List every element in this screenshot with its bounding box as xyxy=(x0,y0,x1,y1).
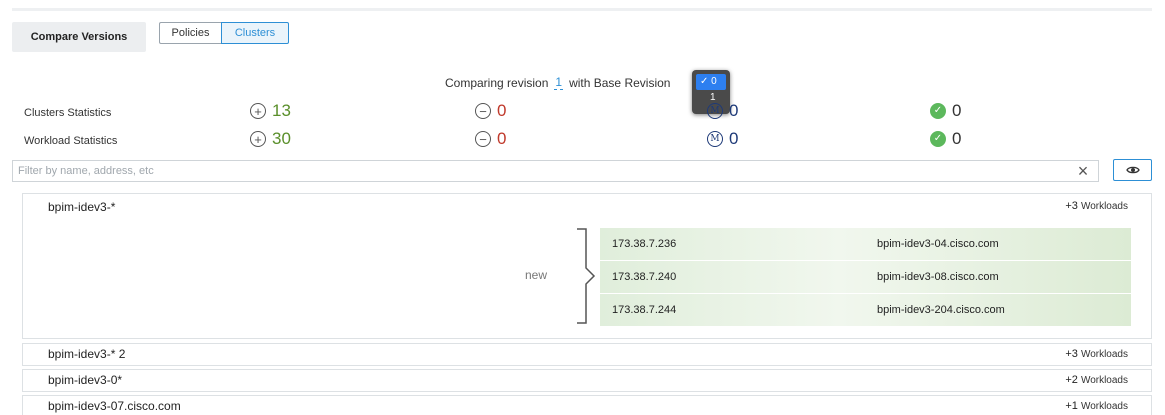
check-circle-icon: ✓ xyxy=(930,131,946,147)
group-name: bpim-idev3-07.cisco.com xyxy=(48,399,181,413)
workloads-unchanged-value: 0 xyxy=(952,129,962,148)
cluster-group[interactable]: bpim-idev3-* 2 +3 Workloads xyxy=(22,343,1152,366)
change-status-label: new xyxy=(525,268,548,282)
filter-input[interactable]: Filter by name, address, etc xyxy=(12,160,1099,182)
eye-icon xyxy=(1125,166,1140,174)
workload-count: +1 Workloads xyxy=(1065,400,1128,412)
clusters-removed-value: 0 xyxy=(497,101,507,120)
m-circle-icon: M xyxy=(707,131,723,147)
workload-count: +3 Workloads xyxy=(1065,348,1128,360)
minus-circle-icon: − xyxy=(475,103,491,119)
tab-policies[interactable]: Policies xyxy=(159,22,221,44)
workloads-added-value: 30 xyxy=(272,129,291,148)
workload-ip: 173.38.7.236 xyxy=(612,238,677,250)
clusters-unchanged-value: 0 xyxy=(952,101,962,120)
workload-count: +2 Workloads xyxy=(1065,374,1128,386)
m-circle-icon: M xyxy=(707,103,723,119)
revision-suffix: with Base Revision xyxy=(569,76,671,90)
workload-table: 173.38.7.236 bpim-idev3-04.cisco.com 173… xyxy=(600,228,1131,327)
close-icon[interactable]: × xyxy=(1074,162,1092,180)
workload-count-label: Workloads xyxy=(1080,401,1128,412)
workload-host: bpim-idev3-08.cisco.com xyxy=(877,271,999,283)
dropdown-option-label: 0 xyxy=(711,76,717,87)
workload-count-value: +1 xyxy=(1065,400,1078,412)
clusters-unchanged-stat: ✓ 0 xyxy=(930,101,961,121)
clusters-removed-stat: − 0 xyxy=(475,101,506,121)
table-row[interactable]: 173.38.7.240 bpim-idev3-08.cisco.com xyxy=(600,261,1131,294)
workload-host: bpim-idev3-204.cisco.com xyxy=(877,304,1005,316)
revision-selector[interactable]: 1 xyxy=(554,76,564,90)
plus-circle-icon: + xyxy=(250,131,266,147)
workload-host: bpim-idev3-04.cisco.com xyxy=(877,238,999,250)
clusters-added-stat: + 13 xyxy=(250,101,291,121)
dropdown-option-selected[interactable]: ✓ 0 xyxy=(696,74,726,90)
group-name: bpim-idev3-0* xyxy=(48,373,123,387)
bracket-icon xyxy=(577,228,596,324)
clusters-added-value: 13 xyxy=(272,101,291,120)
group-name: bpim-idev3-* xyxy=(48,200,116,214)
cluster-group[interactable]: bpim-idev3-07.cisco.com +1 Workloads xyxy=(22,395,1152,415)
workloads-unchanged-stat: ✓ 0 xyxy=(930,129,961,149)
workload-count-label: Workloads xyxy=(1080,349,1128,360)
workload-count-value: +3 xyxy=(1065,348,1078,360)
workload-ip: 173.38.7.244 xyxy=(612,304,677,316)
table-row[interactable]: 173.38.7.236 bpim-idev3-04.cisco.com xyxy=(600,228,1131,261)
cluster-group[interactable]: bpim-idev3-0* +2 Workloads xyxy=(22,369,1152,392)
revision-compare-line: Comparing revision 1 with Base Revision xyxy=(445,76,670,90)
workloads-modified-stat: M 0 xyxy=(707,129,738,149)
check-icon: ✓ xyxy=(700,76,709,87)
compare-versions-button[interactable]: Compare Versions xyxy=(12,22,146,52)
workload-ip: 173.38.7.240 xyxy=(612,271,677,283)
workload-count-label: Workloads xyxy=(1080,375,1128,386)
workload-count-label: Workloads xyxy=(1080,201,1128,212)
plus-circle-icon: + xyxy=(250,103,266,119)
visibility-toggle-button[interactable] xyxy=(1113,159,1152,181)
clusters-statistics-label: Clusters Statistics xyxy=(24,107,112,119)
workloads-removed-value: 0 xyxy=(497,129,507,148)
workload-statistics-label: Workload Statistics xyxy=(24,135,118,147)
workload-count: +3 Workloads xyxy=(1065,200,1128,212)
clusters-modified-stat: M 0 xyxy=(707,101,738,121)
tab-clusters[interactable]: Clusters xyxy=(221,22,289,44)
workloads-modified-value: 0 xyxy=(729,129,739,148)
workloads-added-stat: + 30 xyxy=(250,129,291,149)
table-row[interactable]: 173.38.7.244 bpim-idev3-204.cisco.com xyxy=(600,294,1131,327)
group-name: bpim-idev3-* 2 xyxy=(48,347,126,361)
clusters-modified-value: 0 xyxy=(729,101,739,120)
minus-circle-icon: − xyxy=(475,131,491,147)
workloads-removed-stat: − 0 xyxy=(475,129,506,149)
top-divider xyxy=(12,8,1152,11)
workload-count-value: +3 xyxy=(1065,200,1078,212)
revision-prefix: Comparing revision xyxy=(445,76,549,90)
check-circle-icon: ✓ xyxy=(930,103,946,119)
workload-count-value: +2 xyxy=(1065,374,1078,386)
